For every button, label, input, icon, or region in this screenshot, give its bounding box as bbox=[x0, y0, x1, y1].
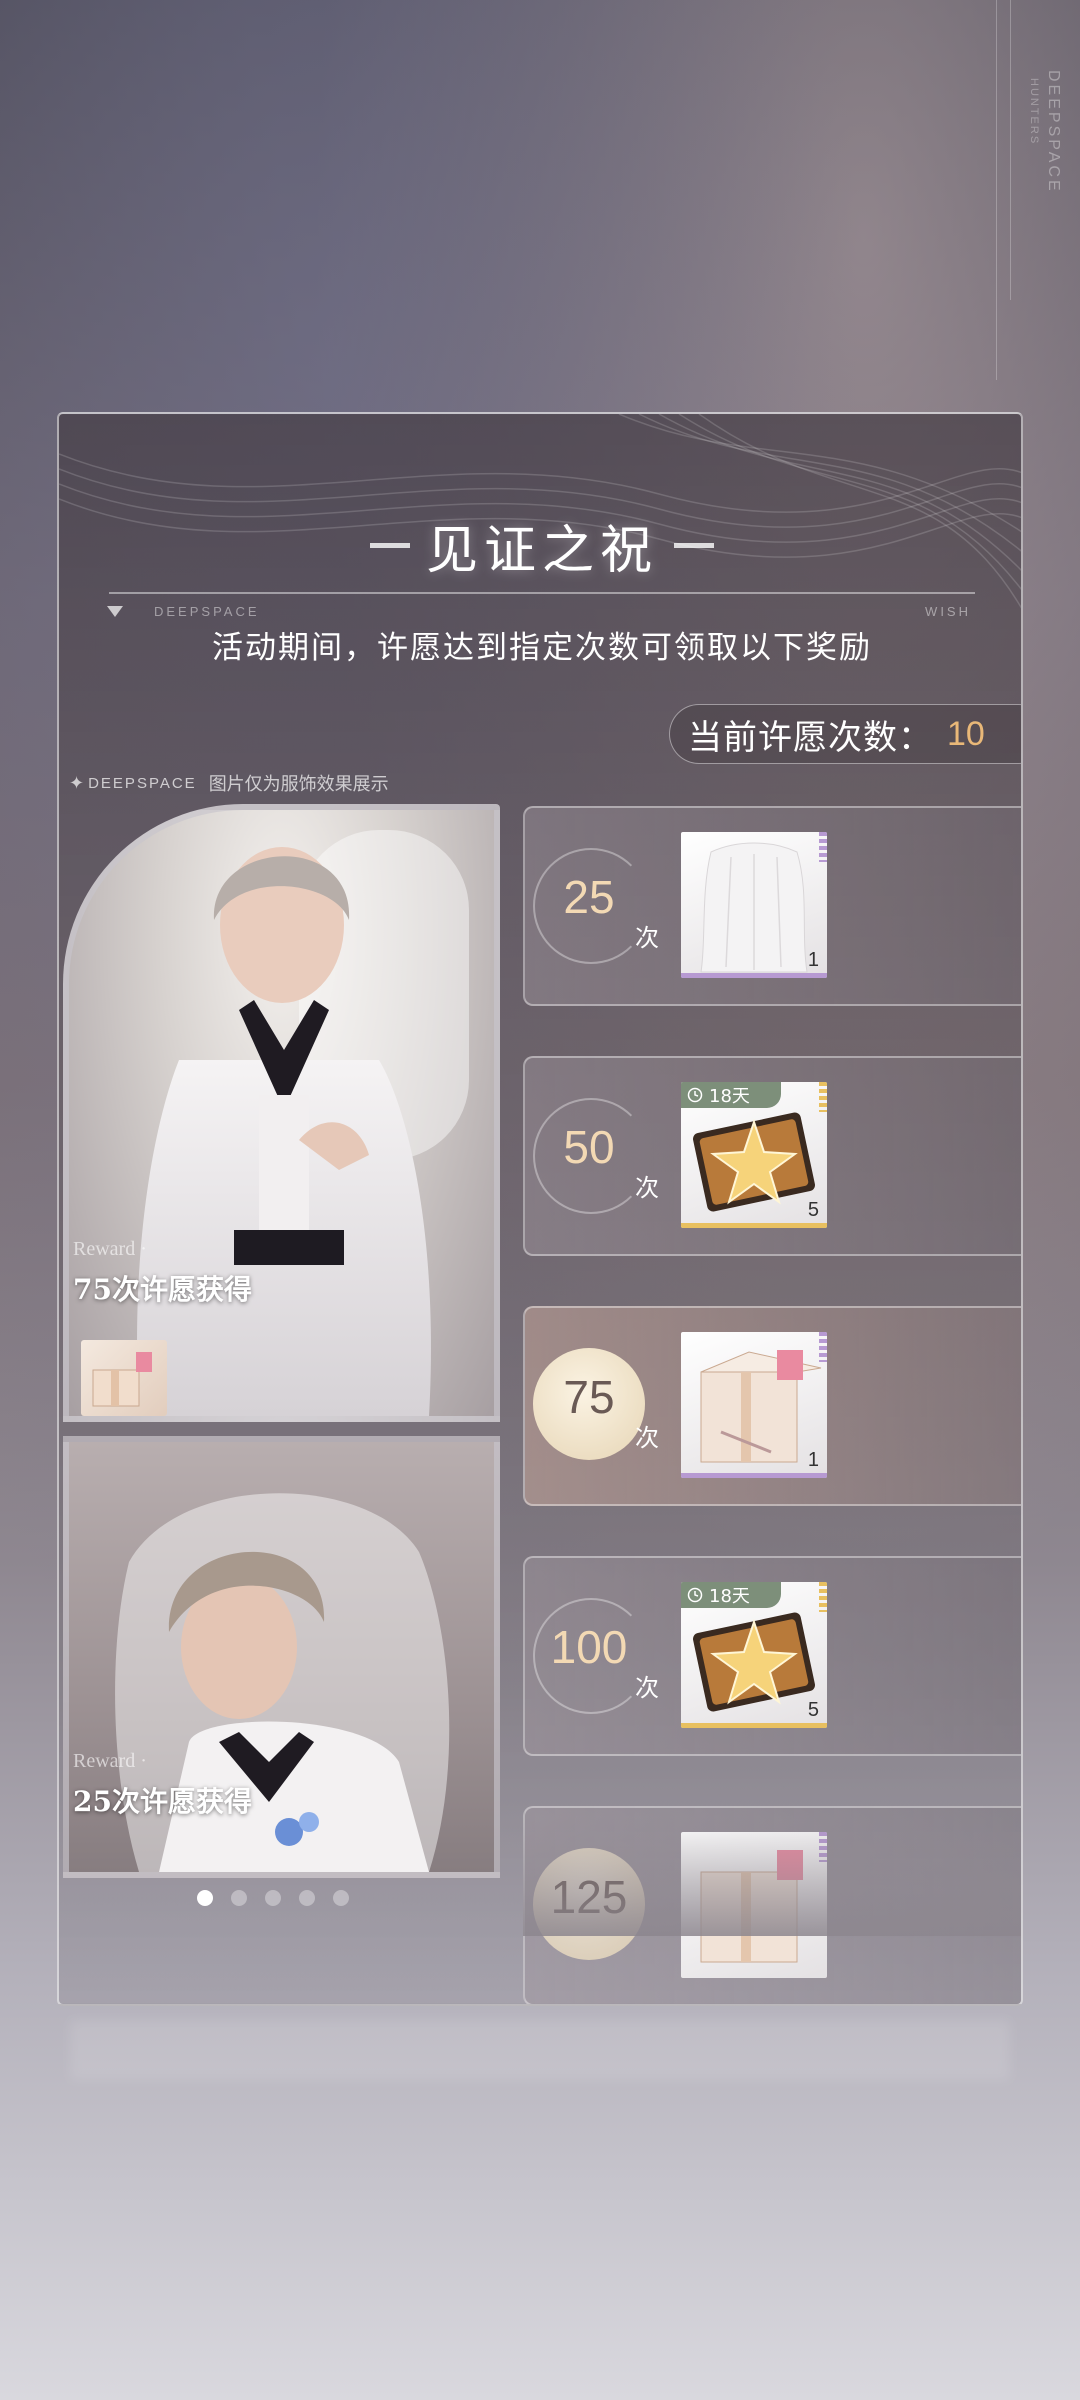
reward-caption-small: Reward · bbox=[73, 1238, 147, 1260]
item-quantity: 5 bbox=[807, 1699, 819, 1721]
rarity-bar bbox=[681, 1473, 827, 1478]
timer-badge: 18天 bbox=[681, 1082, 781, 1108]
milestone-count: 50 bbox=[563, 1121, 615, 1173]
rarity-marker bbox=[819, 1082, 827, 1112]
brand-vertical-small: HUNTERS bbox=[1028, 78, 1040, 146]
gift-box-icon[interactable]: 1 bbox=[681, 1332, 827, 1478]
sparkle-icon: ✦ bbox=[69, 772, 85, 794]
milestone-count: 100 bbox=[550, 1621, 628, 1673]
milestone-unit: 次 bbox=[635, 1424, 659, 1452]
reward-row[interactable]: 25 次 1 bbox=[523, 806, 1021, 1006]
outfit-showcase-card[interactable]: Reward · 25次许愿获得 bbox=[63, 1436, 500, 1878]
item-quantity: 1 bbox=[807, 1449, 819, 1471]
character-illustration bbox=[137, 830, 469, 1416]
reward-caption: 75次许愿获得 bbox=[73, 1273, 252, 1306]
rarity-marker bbox=[819, 1332, 827, 1362]
background-blur bbox=[70, 2020, 1010, 2080]
rarity-bar bbox=[681, 1223, 827, 1228]
carousel-dot[interactable] bbox=[231, 1890, 247, 1906]
rarity-bar bbox=[681, 973, 827, 978]
rarity-marker bbox=[819, 1582, 827, 1612]
title-dash-right bbox=[674, 542, 714, 548]
milestone-unit: 次 bbox=[635, 1674, 659, 1702]
carousel-indicator bbox=[197, 1890, 349, 1906]
title-dash-left bbox=[369, 542, 410, 548]
milestone-count: 75 bbox=[563, 1371, 615, 1423]
note-brand: DEEPSPACE bbox=[88, 774, 197, 792]
panel-title: 见证之祝 bbox=[425, 520, 658, 581]
display-note: ✦ DEEPSPACE 图片仅为服饰效果展示 bbox=[69, 770, 389, 796]
divider-triangle-icon bbox=[107, 606, 123, 617]
divider-label-left: DEEPSPACE bbox=[154, 604, 260, 619]
milestone-unit: 次 bbox=[635, 1174, 659, 1202]
milestone-count: 25 bbox=[563, 871, 615, 923]
wish-count-pill: 当前许愿次数： 10 bbox=[669, 704, 1021, 764]
divider-label-right: WISH bbox=[925, 604, 971, 619]
background-line bbox=[996, 0, 997, 380]
star-ticket-icon[interactable]: 18天 5 bbox=[681, 1082, 827, 1228]
star-ticket-icon[interactable]: 18天 5 bbox=[681, 1582, 827, 1728]
carousel-dot[interactable] bbox=[333, 1890, 349, 1906]
veil-icon[interactable]: 1 bbox=[681, 832, 827, 978]
rarity-marker bbox=[819, 832, 827, 862]
list-fade bbox=[523, 1816, 1021, 1936]
brand-vertical: DEEPSPACE bbox=[1045, 70, 1062, 194]
outfit-showcase-card[interactable]: Reward · 75次许愿获得 bbox=[63, 804, 500, 1422]
carousel-dot[interactable] bbox=[197, 1890, 213, 1906]
rarity-bar bbox=[681, 1723, 827, 1728]
timer-text: 18天 bbox=[709, 1586, 750, 1607]
reward-row[interactable]: 100 次 18天 5 bbox=[523, 1556, 1021, 1756]
divider bbox=[109, 592, 975, 594]
milestone-reward-panel: 见证之祝 DEEPSPACE WISH 活动期间，许愿达到指定次数可领取以下奖励… bbox=[57, 412, 1023, 2006]
background-line bbox=[1010, 0, 1011, 300]
clock-icon bbox=[687, 1587, 703, 1603]
panel-subtitle: 活动期间，许愿达到指定次数可领取以下奖励 bbox=[212, 630, 872, 666]
carousel-dot[interactable] bbox=[265, 1890, 281, 1906]
carousel-dot[interactable] bbox=[299, 1890, 315, 1906]
milestone-unit: 次 bbox=[635, 924, 659, 952]
wish-count-label: 当前许愿次数： bbox=[688, 717, 933, 758]
reward-row[interactable]: 50 次 18天 5 bbox=[523, 1056, 1021, 1256]
clock-icon bbox=[687, 1087, 703, 1103]
timer-badge: 18天 bbox=[681, 1582, 781, 1608]
item-quantity: 1 bbox=[807, 949, 819, 971]
gift-box-icon bbox=[81, 1340, 167, 1416]
reward-caption-small: Reward · bbox=[73, 1750, 147, 1772]
timer-text: 18天 bbox=[709, 1086, 750, 1107]
item-quantity: 5 bbox=[807, 1199, 819, 1221]
reward-row[interactable]: 75 次 1 bbox=[523, 1306, 1021, 1506]
reward-caption: 25次许愿获得 bbox=[73, 1785, 252, 1818]
wish-count-value: 10 bbox=[947, 714, 985, 753]
title-row: 见证之祝 bbox=[59, 510, 1021, 581]
note-text: 图片仅为服饰效果展示 bbox=[208, 774, 389, 795]
